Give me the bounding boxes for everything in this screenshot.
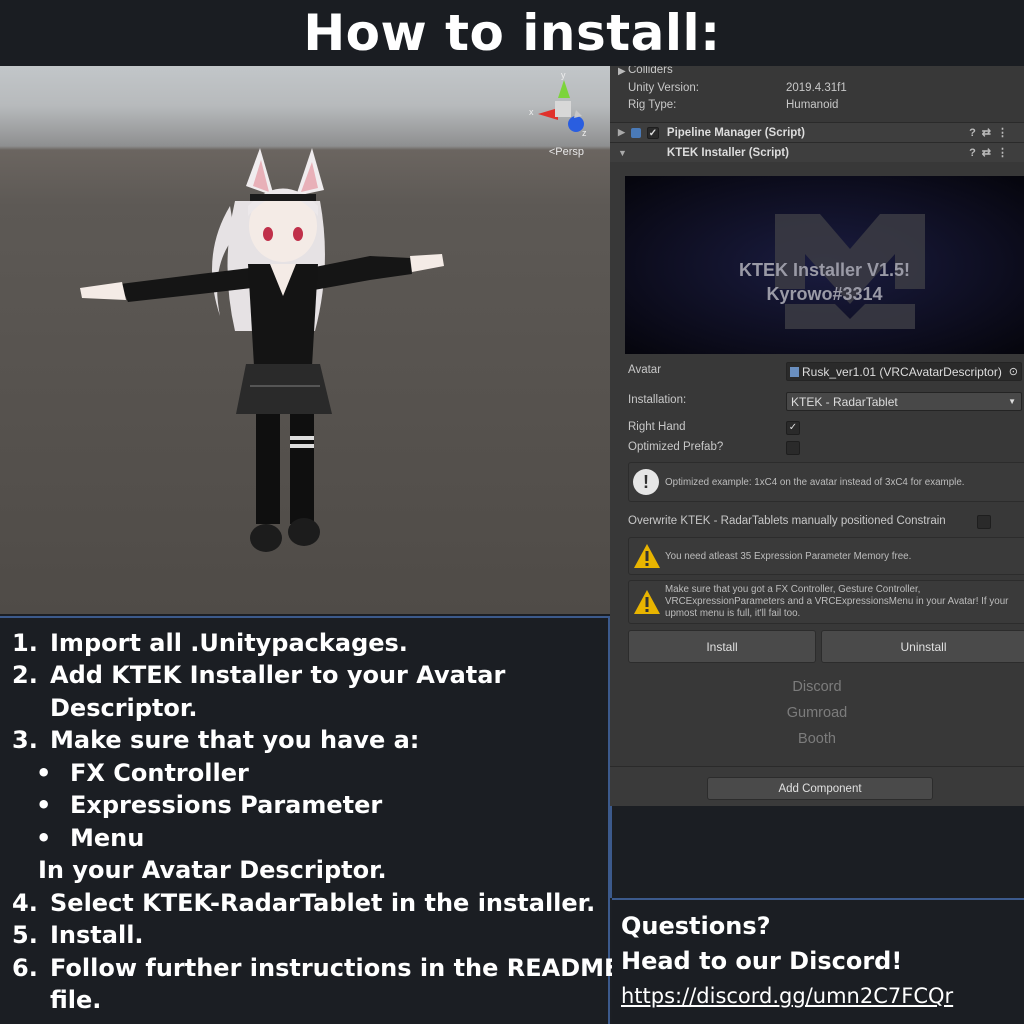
script-icon (630, 127, 641, 138)
ktek-installer-header[interactable]: ▼ KTEK Installer (Script) ?⇄⋮ (610, 142, 1024, 162)
foldout-arrow-icon[interactable]: ▶ (618, 127, 625, 138)
unity-version-label: Unity Version: (628, 82, 699, 94)
right-hand-checkbox[interactable]: ✓ (786, 421, 800, 435)
avatar-descriptor-icon (790, 366, 799, 377)
bullet-expressions-parameter: • Expressions Parameter (36, 791, 383, 819)
booth-link[interactable]: Booth (610, 731, 1024, 747)
step-6-continued: file. (50, 986, 102, 1014)
installation-dropdown[interactable]: KTEK - RadarTablet ▼ (786, 392, 1022, 411)
ktek-banner-image: KTEK Installer V1.5! Kyrowo#3314 (625, 176, 1024, 354)
colliders-foldout-icon[interactable]: ▶ (618, 66, 626, 77)
gizmo-z-label: z (582, 128, 587, 138)
step-5: 5. Install. (12, 921, 144, 949)
page-title: How to install: (303, 4, 721, 62)
optimized-prefab-label: Optimized Prefab? (628, 441, 724, 453)
avatar-model-image (80, 148, 444, 552)
discord-invite-link[interactable]: https://discord.gg/umn2C7FCQr (621, 984, 953, 1008)
banner-line-2: Kyrowo#3314 (766, 284, 883, 304)
pipeline-manager-header[interactable]: ▶ ✓ Pipeline Manager (Script) ?⇄⋮ (610, 122, 1024, 142)
optimized-info-box: ! Optimized example: 1xC4 on the avatar … (628, 462, 1024, 502)
pipeline-manager-title: Pipeline Manager (Script) (666, 126, 805, 139)
instructions-panel: 1. Import all .Unitypackages. 2. Add KTEK … (0, 616, 620, 1024)
component-menu-icons[interactable]: ?⇄⋮ (969, 146, 1014, 159)
rig-type-value: Humanoid (786, 99, 839, 111)
pipeline-enabled-checkbox[interactable]: ✓ (646, 126, 659, 139)
title-bar: How to install: (0, 0, 1024, 68)
avatar-descriptor-note: In your Avatar Descriptor. (38, 856, 387, 884)
object-picker-icon[interactable]: ⊙ (1009, 365, 1018, 378)
discord-link[interactable]: Discord (610, 679, 1024, 695)
rig-type-label: Rig Type: (628, 99, 677, 111)
questions-heading: Questions? (621, 912, 771, 940)
optimized-prefab-checkbox[interactable] (786, 441, 800, 455)
banner-line-1: KTEK Installer V1.5! (738, 260, 911, 280)
step-2: 2. Add KTEK Installer to your Avatar (12, 661, 506, 689)
controllers-warning-box: Make sure that you got a FX Controller, … (628, 580, 1024, 624)
avatar-label: Avatar (628, 364, 662, 376)
step-6: 6. Follow further instructions in the REA… (12, 954, 621, 982)
gizmo-x-label: x (529, 107, 534, 117)
questions-panel: Questions? Head to our Discord! https://… (612, 898, 1024, 1024)
step-2-continued: Descriptor. (50, 694, 198, 722)
axis-gizmo-icon[interactable]: y x z (524, 70, 594, 140)
component-menu-icons[interactable]: ?⇄⋮ (969, 126, 1014, 139)
gumroad-link[interactable]: Gumroad (610, 705, 1024, 721)
overwrite-constraint-checkbox[interactable] (977, 515, 991, 529)
unity-version-value: 2019.4.31f1 (786, 82, 847, 94)
bullet-menu: • Menu (36, 824, 145, 852)
panel-divider (610, 806, 1024, 898)
bullet-fx-controller: • FX Controller (36, 759, 249, 787)
discord-prompt: Head to our Discord! (621, 947, 903, 975)
info-icon: ! (633, 469, 659, 495)
inspector-panel: ▶ Colliders Unity Version: 2019.4.31f1 R… (610, 66, 1024, 806)
uninstall-button[interactable]: Uninstall (821, 630, 1024, 663)
controllers-warning-text: Make sure that you got a FX Controller, … (665, 584, 1009, 619)
avatar-object-field[interactable]: Rusk_ver1.01 (VRCAvatarDescriptor) ⊙ (786, 362, 1022, 381)
ktek-installer-title: KTEK Installer (Script) (666, 146, 789, 159)
install-button[interactable]: Install (628, 630, 816, 663)
scene-view[interactable]: y x z <Persp (0, 66, 612, 614)
gizmo-y-label: y (561, 70, 566, 80)
memory-warning-text: You need atleast 35 Expression Parameter… (665, 550, 912, 562)
avatar-field-value: Rusk_ver1.01 (VRCAvatarDescriptor) (802, 364, 1002, 379)
view-mode-label[interactable]: <Persp (549, 146, 584, 158)
foldout-arrow-expanded-icon[interactable]: ▼ (618, 148, 627, 158)
colliders-label[interactable]: Colliders (628, 66, 673, 76)
installation-dropdown-value: KTEK - RadarTablet (791, 394, 898, 409)
step-1: 1. Import all .Unitypackages. (12, 629, 408, 657)
overwrite-constraint-label: Overwrite KTEK - RadarTablets manually p… (628, 515, 946, 527)
warning-icon (634, 544, 660, 568)
step-3: 3. Make sure that you have a: (12, 726, 420, 754)
dropdown-arrow-icon: ▼ (1008, 397, 1016, 406)
optimized-info-text: Optimized example: 1xC4 on the avatar in… (665, 476, 965, 488)
step-4: 4. Select KTEK-RadarTablet in the install… (12, 889, 596, 917)
add-component-button[interactable]: Add Component (707, 777, 933, 800)
warning-icon (634, 590, 660, 614)
memory-warning-box: You need atleast 35 Expression Parameter… (628, 537, 1024, 575)
installation-label: Installation: (628, 394, 687, 406)
right-hand-label: Right Hand (628, 421, 686, 433)
